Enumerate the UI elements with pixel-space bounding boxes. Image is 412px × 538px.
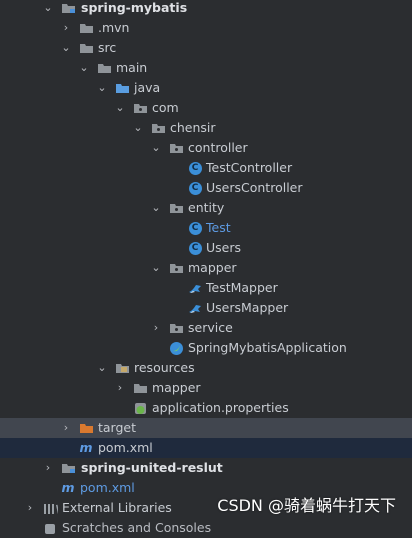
package-folder-icon [168,318,184,338]
tree-row-pom[interactable]: m pom.xml [0,438,412,458]
folder-icon [96,58,112,78]
tree-row-spring-united-reslut[interactable]: › spring-united-reslut [0,458,412,478]
chevron-down-icon[interactable]: ⌄ [132,118,144,138]
tree-label-java: java [134,80,161,95]
tree-row-target[interactable]: › target [0,418,412,438]
tree-row-users-controller[interactable]: C UsersController [0,178,412,198]
class-c-icon: C [187,238,203,258]
tree-label-mvn: .mvn [98,20,130,35]
tree-row-chensir[interactable]: ⌄ chensir [0,118,412,138]
tree-label-users-controller: UsersController [206,180,303,195]
chevron-down-icon[interactable]: ⌄ [42,0,54,18]
tree-label-users: Users [206,240,242,255]
tree-label-target: target [98,420,137,435]
tree-label-spring-application: SpringMybatisApplication [188,340,347,355]
chevron-right-icon[interactable]: › [42,458,54,478]
module-folder-icon [60,458,76,478]
tree-label-scratches: Scratches and Consoles [62,520,212,535]
chevron-right-icon[interactable]: › [24,498,36,518]
chevron-right-icon[interactable]: › [60,18,72,38]
tree-row-controller[interactable]: ⌄ controller [0,138,412,158]
chevron-down-icon[interactable]: ⌄ [96,358,108,378]
csdn-watermark: CSDN @骑着蜗牛打天下 [217,496,396,515]
mapper-bird-icon [187,278,203,298]
tree-label-service: service [188,320,233,335]
tree-row-users-mapper[interactable]: UsersMapper [0,298,412,318]
chevron-down-icon[interactable]: ⌄ [96,78,108,98]
chevron-down-icon[interactable]: ⌄ [114,98,126,118]
chevron-down-icon[interactable]: ⌄ [60,38,72,58]
class-c-icon: C [187,178,203,198]
maven-m-icon: m [61,480,75,495]
tree-row-com[interactable]: ⌄ com [0,98,412,118]
tree-label-test: Test [206,220,231,235]
folder-icon [78,18,94,38]
chevron-right-icon[interactable]: › [60,418,72,438]
resources-folder-icon [114,358,130,378]
tree-row-users[interactable]: C Users [0,238,412,258]
folder-icon [78,38,94,58]
folder-icon [132,378,148,398]
class-c-icon: C [187,158,203,178]
tree-label-spring-mybatis: spring-mybatis [81,0,188,15]
tree-label-application-properties: application.properties [152,400,289,415]
mapper-bird-icon [187,298,203,318]
tree-row-test[interactable]: C Test [0,218,412,238]
chevron-right-icon[interactable]: › [114,378,126,398]
tree-label-chensir: chensir [170,120,216,135]
maven-m-icon: m [79,440,93,455]
scratches-icon [42,518,58,538]
chevron-down-icon[interactable]: ⌄ [150,138,162,158]
package-folder-icon [168,258,184,278]
tree-row-resources[interactable]: ⌄ resources [0,358,412,378]
tree-label-test-controller: TestController [206,160,293,175]
tree-row-spring-mybatis[interactable]: ⌄ spring-mybatis [0,0,412,18]
spring-app-icon [168,338,184,358]
tree-label-main: main [116,60,148,75]
target-folder-icon [78,418,94,438]
package-folder-icon [168,198,184,218]
class-c-icon: C [187,218,203,238]
chevron-down-icon[interactable]: ⌄ [150,258,162,278]
tree-label-test-mapper: TestMapper [206,280,278,295]
tree-label-mapper: mapper [188,260,237,275]
package-folder-icon [150,118,166,138]
tree-row-scratches[interactable]: Scratches and Consoles [0,518,412,538]
spring-properties-icon [132,398,148,418]
tree-row-resources-mapper[interactable]: › mapper [0,378,412,398]
tree-label-root-pom: pom.xml [80,480,135,495]
tree-row-main[interactable]: ⌄ main [0,58,412,78]
tree-row-service[interactable]: › service [0,318,412,338]
tree-label-resources: resources [134,360,195,375]
tree-label-entity: entity [188,200,225,215]
tree-row-application-properties[interactable]: application.properties [0,398,412,418]
tree-label-spring-united-reslut: spring-united-reslut [81,460,223,475]
source-folder-icon [114,78,130,98]
tree-row-java[interactable]: ⌄ java [0,78,412,98]
tree-row-mvn[interactable]: › .mvn [0,18,412,38]
package-folder-icon [168,138,184,158]
tree-label-users-mapper: UsersMapper [206,300,289,315]
chevron-down-icon[interactable]: ⌄ [78,58,90,78]
chevron-right-icon[interactable]: › [150,318,162,338]
tree-label-controller: controller [188,140,248,155]
tree-label-com: com [152,100,179,115]
package-folder-icon [132,98,148,118]
tree-label-external-libraries: External Libraries [62,500,172,515]
tree-row-spring-application[interactable]: SpringMybatisApplication [0,338,412,358]
tree-row-entity[interactable]: ⌄ entity [0,198,412,218]
tree-label-src: src [98,40,117,55]
library-icon [42,498,58,518]
tree-label-resources-mapper: mapper [152,380,201,395]
tree-row-src[interactable]: ⌄ src [0,38,412,58]
module-folder-icon [60,0,76,18]
tree-label-pom: pom.xml [98,440,153,455]
chevron-down-icon[interactable]: ⌄ [150,198,162,218]
tree-row-mapper[interactable]: ⌄ mapper [0,258,412,278]
tree-row-test-mapper[interactable]: TestMapper [0,278,412,298]
tree-row-test-controller[interactable]: C TestController [0,158,412,178]
